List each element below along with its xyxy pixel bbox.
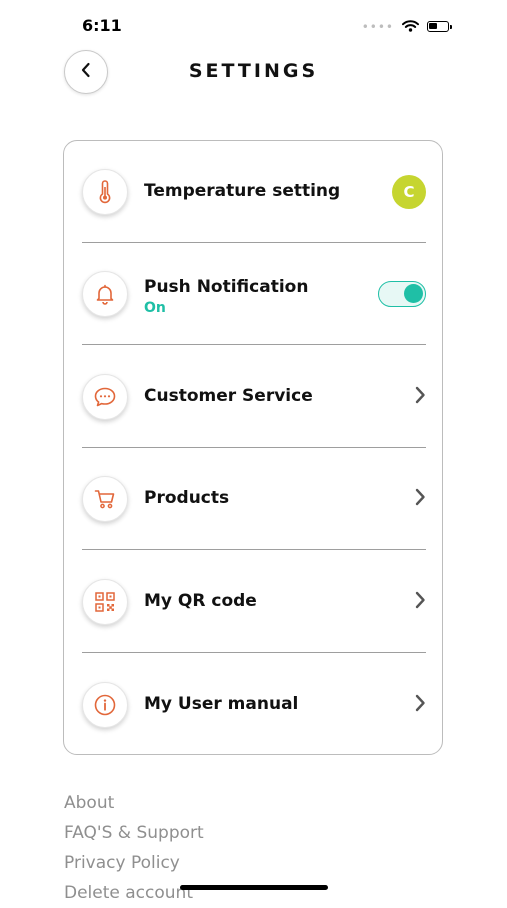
push-notification-toggle[interactable] (378, 281, 426, 307)
chevron-right-icon (414, 591, 426, 613)
delete-account-link[interactable]: Delete account (64, 878, 204, 908)
footer-links: About FAQ'S & Support Privacy Policy Del… (64, 788, 204, 908)
settings-card: Temperature setting C Push Notification … (63, 140, 443, 755)
toggle-knob (404, 284, 423, 303)
push-notification-status: On (144, 300, 166, 316)
chat-bubble-icon (82, 374, 128, 420)
products-row[interactable]: Products (82, 448, 426, 550)
customer-service-row[interactable]: Customer Service (82, 346, 426, 448)
temperature-setting-row[interactable]: Temperature setting C (82, 141, 426, 243)
qr-code-icon (82, 579, 128, 625)
thermometer-icon (82, 169, 128, 215)
row-divider (82, 548, 426, 550)
products-label: Products (144, 488, 230, 508)
header: SETTINGS (0, 50, 507, 96)
qr-code-label: My QR code (144, 591, 257, 611)
temperature-setting-label: Temperature setting (144, 181, 341, 201)
battery-icon (427, 21, 452, 32)
user-manual-label: My User manual (144, 694, 299, 714)
chevron-right-icon (414, 694, 426, 716)
qr-code-row[interactable]: My QR code (82, 551, 426, 653)
temperature-unit-badge[interactable]: C (392, 175, 426, 209)
signal-icon: •••• (361, 19, 394, 34)
row-divider (82, 651, 426, 653)
home-indicator (180, 885, 328, 890)
privacy-policy-link[interactable]: Privacy Policy (64, 848, 204, 878)
customer-service-label: Customer Service (144, 386, 313, 406)
chevron-right-icon (414, 488, 426, 510)
status-time: 6:11 (82, 16, 122, 35)
cart-icon (82, 476, 128, 522)
push-notification-row: Push Notification On (82, 243, 426, 345)
status-bar: 6:11 •••• (0, 0, 507, 50)
about-link[interactable]: About (64, 788, 204, 818)
bell-icon (82, 271, 128, 317)
wifi-icon (402, 17, 419, 36)
page-title: SETTINGS (188, 60, 319, 82)
faq-support-link[interactable]: FAQ'S & Support (64, 818, 204, 848)
status-icons: •••• (361, 17, 452, 36)
push-notification-label: Push Notification (144, 277, 309, 297)
info-icon (82, 682, 128, 728)
row-divider (82, 343, 426, 345)
chevron-right-icon (414, 386, 426, 408)
user-manual-row[interactable]: My User manual (82, 654, 426, 756)
